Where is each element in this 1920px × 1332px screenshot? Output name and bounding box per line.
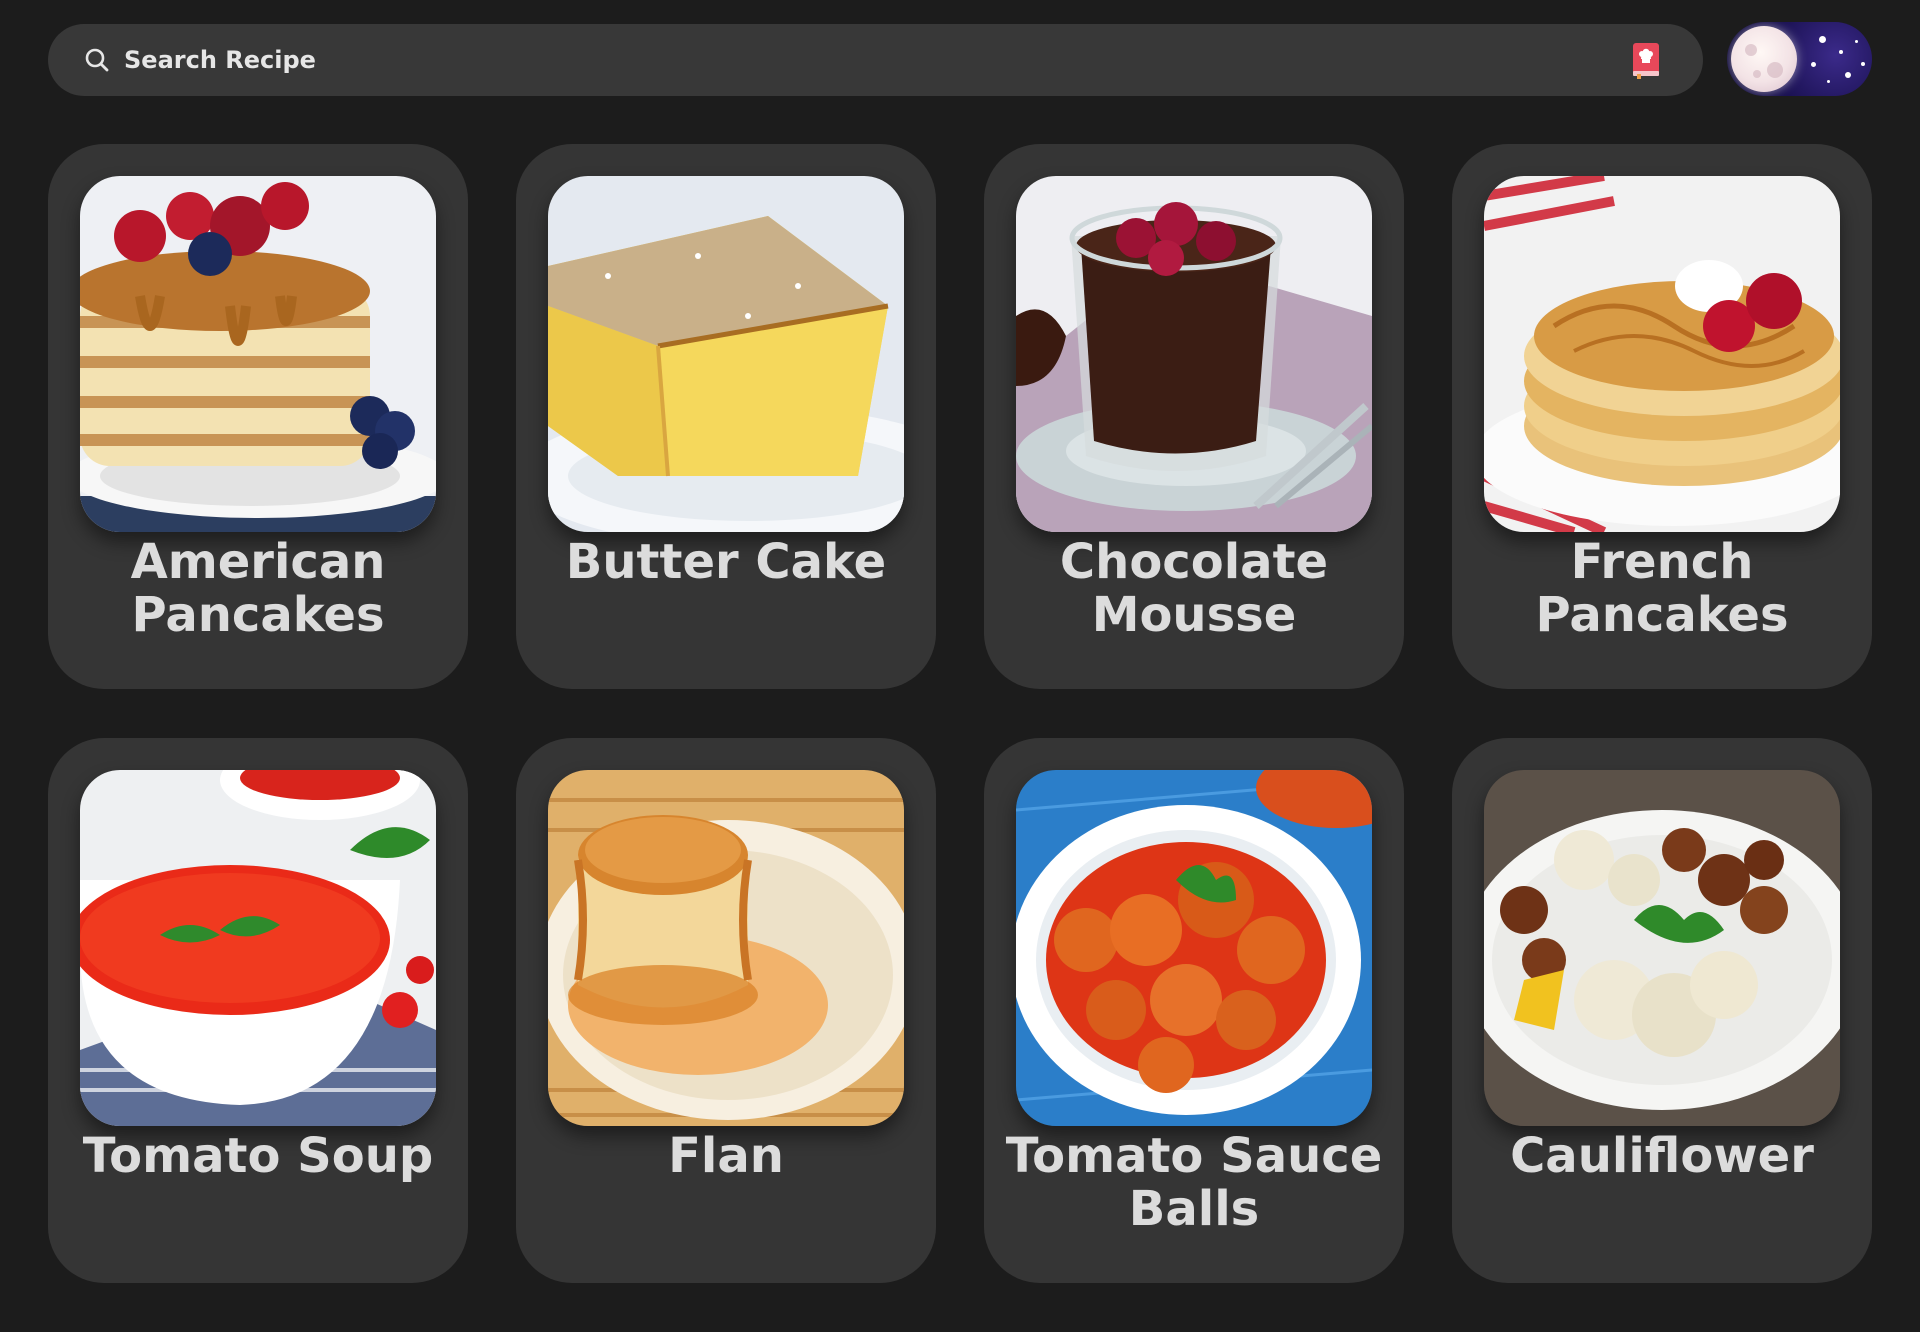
recipe-card-flan[interactable]: Flan	[516, 738, 936, 1283]
search-bar[interactable]	[48, 24, 1703, 96]
star-icon	[1839, 50, 1843, 54]
star-icon	[1827, 80, 1830, 83]
star-icon	[1845, 72, 1851, 78]
recipe-photo	[80, 770, 436, 1126]
recipe-title: Butter Cake	[565, 534, 887, 590]
recipe-photo	[1016, 770, 1372, 1126]
moon-icon	[1731, 26, 1797, 92]
recipe-title: Flan	[668, 1128, 784, 1184]
recipe-card-tomato-soup[interactable]: Tomato Soup	[48, 738, 468, 1283]
search-icon	[84, 47, 110, 73]
star-icon	[1861, 62, 1865, 66]
recipe-title: Chocolate Mousse	[1059, 534, 1329, 643]
recipe-title: American Pancakes	[130, 534, 386, 643]
recipe-card-tomato-sauce-balls[interactable]: Tomato Sauce Balls	[984, 738, 1404, 1283]
recipe-card-cauliflower[interactable]: Cauliflower	[1452, 738, 1872, 1283]
search-input[interactable]	[124, 30, 1631, 90]
recipe-photo	[548, 176, 904, 532]
star-icon	[1819, 36, 1826, 43]
recipe-card-american-pancakes[interactable]: American Pancakes	[48, 144, 468, 689]
recipe-photo	[1484, 770, 1840, 1126]
recipe-title: Tomato Sauce Balls	[1005, 1128, 1383, 1237]
star-icon	[1855, 40, 1858, 43]
recipe-title: Tomato Soup	[82, 1128, 434, 1184]
recipe-title: French Pancakes	[1535, 534, 1789, 643]
recipe-photo	[1484, 176, 1840, 532]
recipe-photo	[80, 176, 436, 532]
recipe-book-icon[interactable]	[1631, 41, 1661, 79]
recipe-photo	[1016, 176, 1372, 532]
recipe-photo	[548, 770, 904, 1126]
recipe-card-butter-cake[interactable]: Butter Cake	[516, 144, 936, 689]
recipe-card-french-pancakes[interactable]: French Pancakes	[1452, 144, 1872, 689]
recipe-title: Cauliflower	[1510, 1128, 1814, 1184]
star-icon	[1811, 62, 1816, 67]
recipe-card-chocolate-mousse[interactable]: Chocolate Mousse	[984, 144, 1404, 689]
theme-toggle[interactable]	[1727, 22, 1872, 96]
